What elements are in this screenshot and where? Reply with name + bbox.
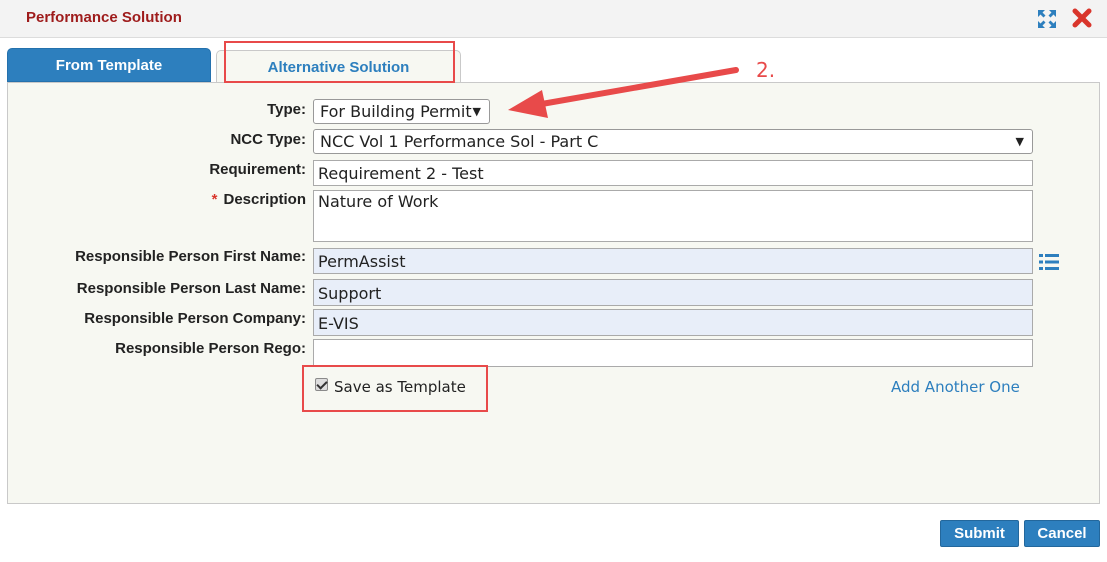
annotation-step-number: 2. — [756, 58, 776, 82]
requirement-label: Requirement: — [209, 161, 306, 178]
add-another-link[interactable]: Add Another One — [891, 378, 1020, 396]
list-icon[interactable] — [1039, 253, 1059, 271]
dialog-title: Performance Solution — [26, 9, 182, 26]
ncc-type-select[interactable]: NCC Vol 1 Performance Sol - Part C ▼ — [313, 129, 1033, 154]
first-name-input[interactable]: PermAssist — [313, 248, 1033, 274]
description-label: * Description — [212, 191, 306, 208]
description-label-text: Description — [223, 191, 306, 208]
last-name-label: Responsible Person Last Name: — [76, 280, 306, 297]
highlight-box-checkbox — [302, 365, 488, 412]
first-name-label: Responsible Person First Name: — [75, 248, 306, 265]
dialog-titlebar: Performance Solution — [0, 0, 1107, 38]
cancel-button[interactable]: Cancel — [1024, 520, 1100, 547]
type-select[interactable]: For Building Permit ▼ — [313, 99, 490, 124]
ncc-type-select-value: NCC Vol 1 Performance Sol - Part C — [320, 132, 599, 151]
type-select-value: For Building Permit — [320, 102, 472, 121]
company-label: Responsible Person Company: — [84, 310, 306, 327]
rego-input[interactable] — [313, 339, 1033, 367]
submit-button[interactable]: Submit — [940, 520, 1019, 547]
expand-icon[interactable] — [1037, 9, 1057, 29]
ncc-type-label: NCC Type: — [230, 131, 306, 148]
highlight-box-tab — [224, 41, 455, 83]
tab-from-template[interactable]: From Template — [7, 48, 211, 82]
rego-label: Responsible Person Rego: — [115, 340, 306, 357]
chevron-down-icon: ▼ — [472, 105, 481, 118]
last-name-input[interactable]: Support — [313, 279, 1033, 306]
type-label: Type: — [267, 101, 306, 118]
chevron-down-icon: ▼ — [1015, 135, 1024, 148]
close-icon[interactable] — [1071, 7, 1093, 29]
required-mark: * — [211, 191, 218, 208]
company-input[interactable]: E-VIS — [313, 309, 1033, 336]
description-textarea[interactable]: Nature of Work — [313, 190, 1033, 242]
requirement-input[interactable]: Requirement 2 - Test — [313, 160, 1033, 186]
